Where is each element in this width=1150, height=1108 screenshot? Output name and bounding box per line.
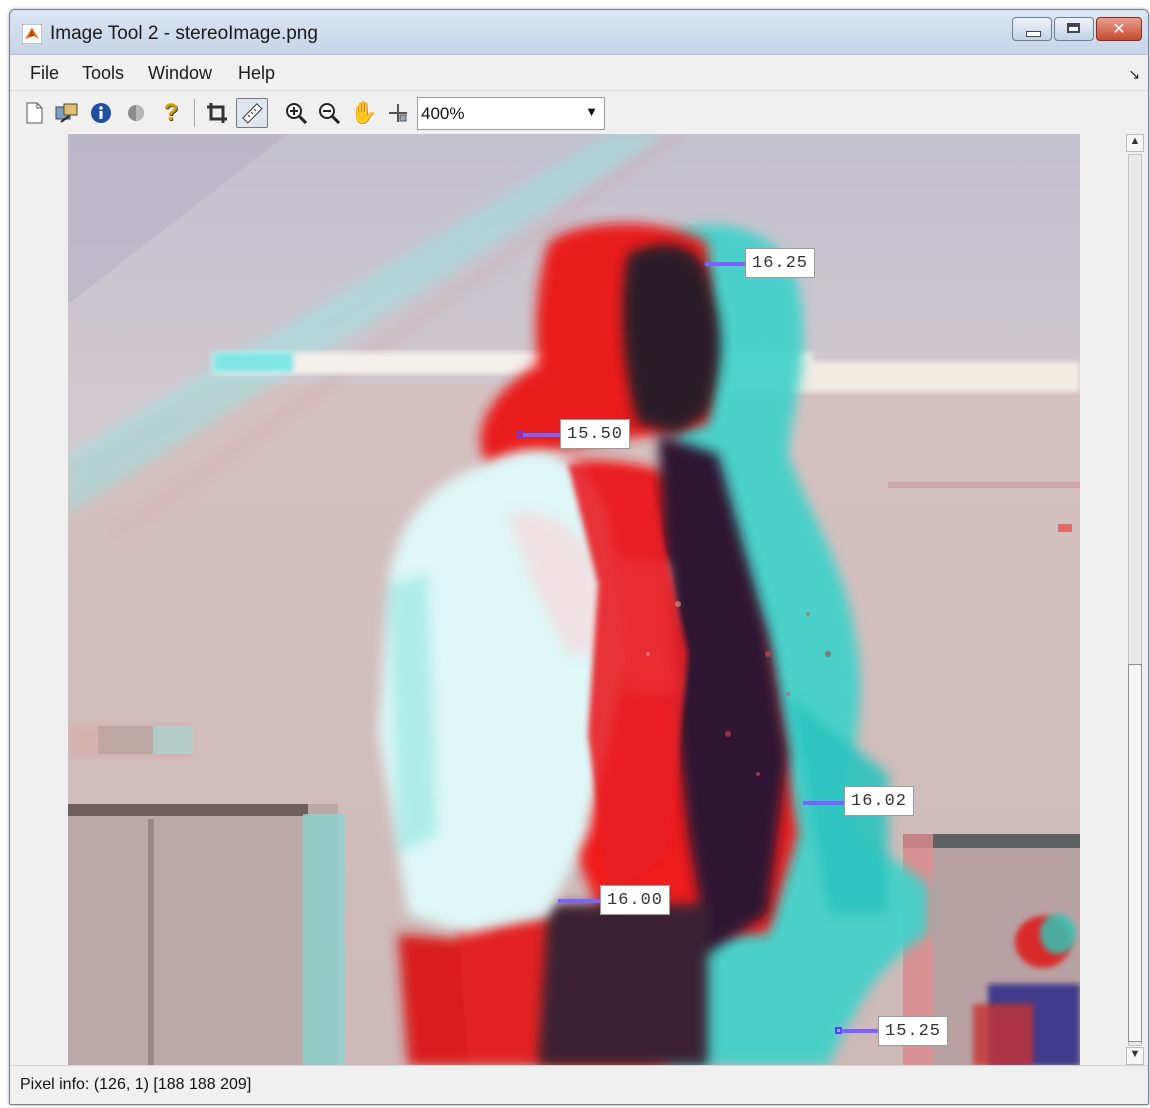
menu-file[interactable]: File — [30, 63, 59, 84]
zoom-dropdown[interactable]: 400% ▼ — [417, 97, 605, 130]
image-tool-window: Image Tool 2 - stereoImage.png ✕ File To… — [9, 9, 1149, 1105]
minimize-button[interactable] — [1012, 17, 1052, 41]
pixel-region-icon[interactable] — [385, 100, 411, 126]
title-bar[interactable]: Image Tool 2 - stereoImage.png ✕ — [10, 10, 1148, 54]
crop-icon[interactable] — [204, 100, 230, 126]
menu-window[interactable]: Window — [148, 63, 212, 84]
scroll-down-icon[interactable]: ▼ — [1126, 1047, 1144, 1065]
matlab-icon — [22, 24, 42, 44]
distance-line[interactable] — [803, 801, 845, 805]
new-figure-icon[interactable] — [21, 100, 47, 126]
distance-tool-icon[interactable] — [236, 98, 268, 128]
stereo-anaglyph-image — [68, 134, 1080, 1066]
distance-label[interactable]: 16.00 — [600, 885, 671, 915]
zoom-in-icon[interactable] — [283, 100, 309, 126]
distance-label[interactable]: 15.25 — [878, 1016, 949, 1046]
chevron-down-icon[interactable]: ▼ — [585, 104, 598, 119]
toolbar-separator — [194, 99, 195, 127]
menu-bar: File Tools Window Help ↘ — [10, 54, 1148, 91]
zoom-out-icon[interactable] — [316, 100, 342, 126]
image-panel: 16.25 15.50 16.02 16.00 15.25 ▲ ▼ — [10, 134, 1148, 1066]
image-info-icon[interactable] — [88, 100, 114, 126]
pixel-info-text: Pixel info: (126, 1) [188 188 209] — [20, 1076, 252, 1093]
pan-icon[interactable]: ✋ — [350, 100, 377, 126]
status-bar: Pixel info: (126, 1) [188 188 209] — [10, 1065, 1148, 1104]
zoom-value: 400% — [421, 104, 465, 123]
toolbar: ? ✋ 400% ▼ — [10, 90, 1148, 136]
distance-label[interactable]: 16.25 — [745, 248, 816, 278]
menu-help[interactable]: Help — [238, 63, 275, 84]
distance-label[interactable]: 15.50 — [560, 419, 631, 449]
image-canvas[interactable]: 16.25 15.50 16.02 16.00 15.25 — [68, 134, 1080, 1066]
minimize-icon — [1026, 31, 1041, 37]
export-image-icon[interactable] — [54, 100, 80, 126]
close-icon: ✕ — [1112, 21, 1126, 38]
adjust-contrast-icon[interactable] — [123, 100, 149, 126]
distance-line[interactable] — [841, 1029, 879, 1033]
menu-tools[interactable]: Tools — [82, 63, 124, 84]
vertical-scrollbar[interactable]: ▲ ▼ — [1124, 134, 1146, 1066]
maximize-button[interactable] — [1054, 17, 1094, 41]
distance-line[interactable] — [705, 262, 745, 266]
close-button[interactable]: ✕ — [1096, 17, 1142, 41]
distance-line[interactable] — [558, 899, 600, 903]
maximize-icon — [1067, 23, 1080, 33]
distance-label[interactable]: 16.02 — [844, 786, 915, 816]
dock-arrow-icon[interactable]: ↘ — [1128, 66, 1140, 83]
window-title: Image Tool 2 - stereoImage.png — [50, 23, 318, 44]
distance-line[interactable] — [523, 433, 561, 437]
scroll-thumb[interactable] — [1128, 664, 1142, 1042]
help-icon[interactable]: ? — [158, 99, 184, 126]
scroll-up-icon[interactable]: ▲ — [1126, 134, 1144, 152]
